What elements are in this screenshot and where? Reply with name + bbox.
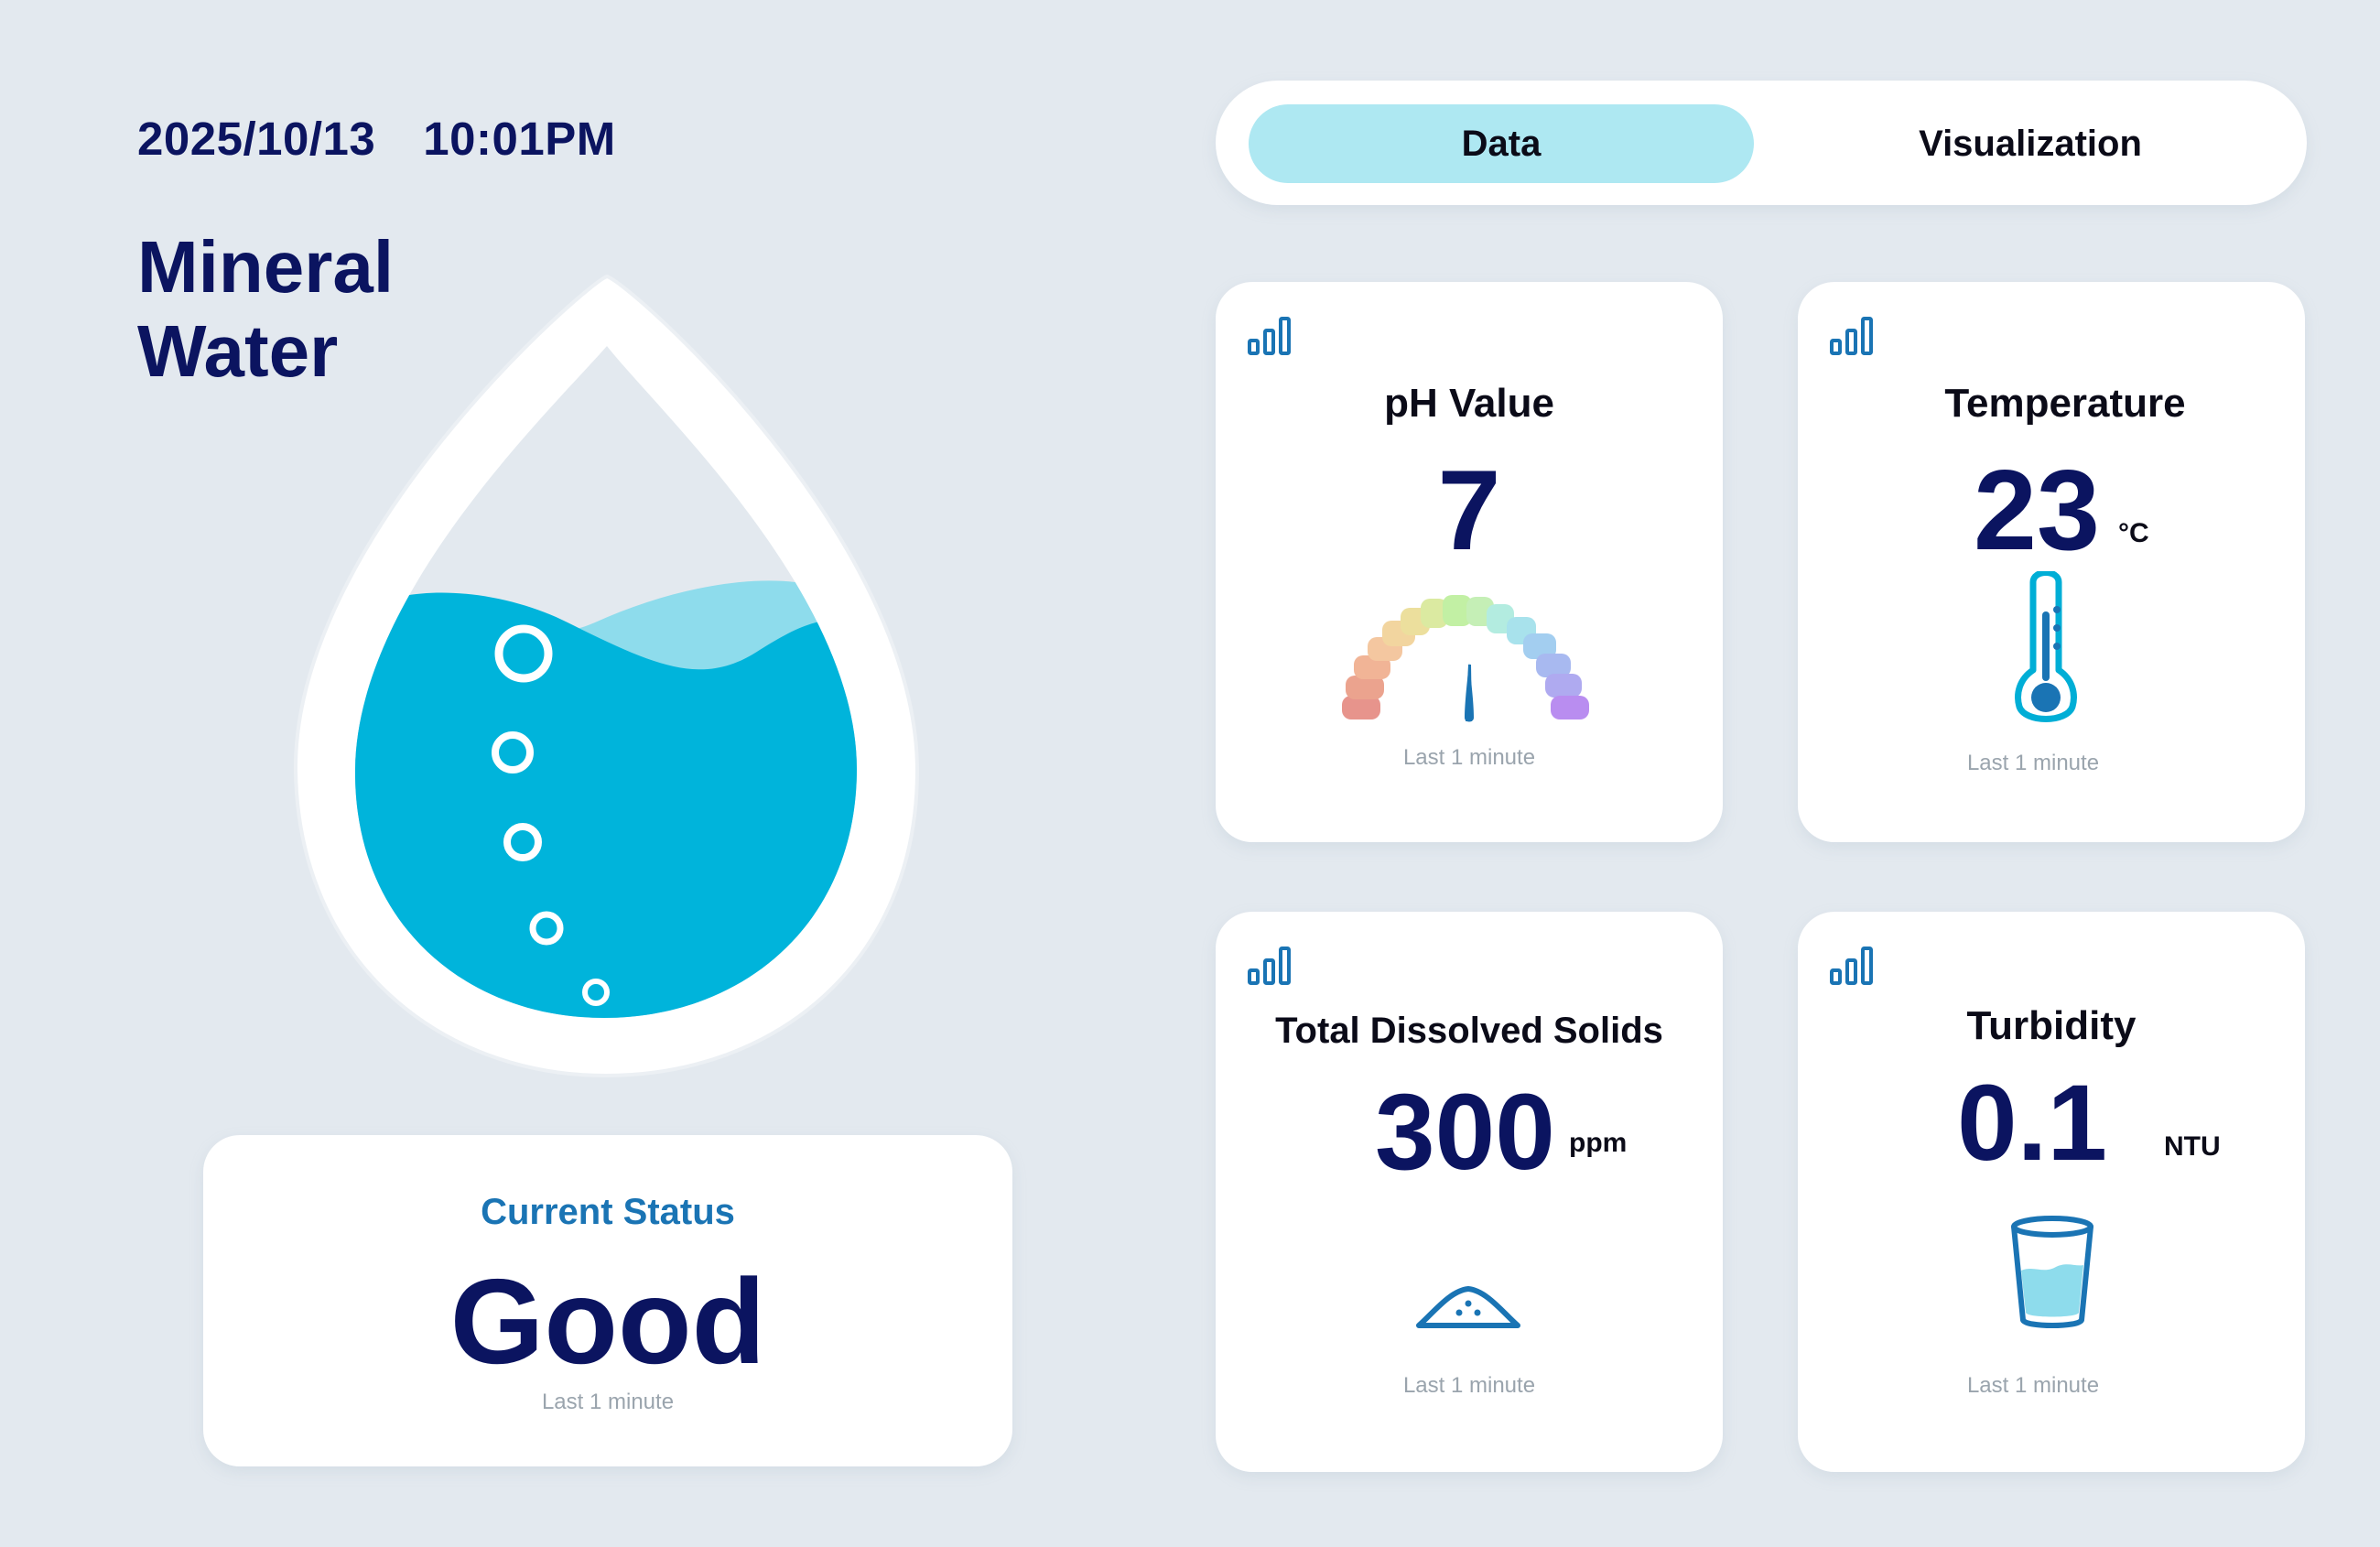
tab-data[interactable]: Data xyxy=(1249,104,1754,183)
status-card: Current Status Good Last 1 minute xyxy=(203,1135,1012,1466)
tds-unit: ppm xyxy=(1569,1128,1628,1158)
status-value: Good xyxy=(449,1254,766,1389)
tds-title: Total Dissolved Solids xyxy=(1275,1011,1663,1051)
view-tabs: Data Visualization xyxy=(1216,81,2307,205)
ph-value: 7 xyxy=(1437,448,1501,574)
ph-footnote: Last 1 minute xyxy=(1402,745,1536,770)
thermometer-icon xyxy=(2015,571,2077,722)
bar-chart-icon[interactable] xyxy=(1829,945,1875,987)
status-footnote: Last 1 minute xyxy=(541,1390,675,1414)
ph-card[interactable]: pH Value 7 Last 1 minute xyxy=(1216,282,1723,842)
temperature-title: Temperature xyxy=(1944,381,2186,426)
date-label: 2025/10/13 xyxy=(137,113,376,165)
tab-visualization[interactable]: Visualization xyxy=(1774,104,2287,183)
temperature-unit: °C xyxy=(2118,518,2149,548)
tds-footnote: Last 1 minute xyxy=(1402,1373,1536,1398)
sediment-pile-icon xyxy=(1416,1286,1520,1328)
turbidity-title: Turbidity xyxy=(1966,1003,2137,1048)
temperature-card[interactable]: Temperature 23 °C Last 1 minute xyxy=(1798,282,2305,842)
turbidity-footnote: Last 1 minute xyxy=(1966,1373,2100,1398)
tds-value: 300 xyxy=(1375,1072,1555,1193)
temperature-value: 23 xyxy=(1974,448,2100,574)
bar-chart-icon[interactable] xyxy=(1247,315,1293,357)
datetime: 2025/10/13 10:01PM xyxy=(137,112,616,166)
temperature-footnote: Last 1 minute xyxy=(1966,751,2100,775)
ph-title: pH Value xyxy=(1384,381,1554,426)
water-drop-icon xyxy=(293,274,920,1078)
status-label: Current Status xyxy=(481,1192,735,1232)
water-glass-icon xyxy=(2011,1216,2093,1328)
time-label: 10:01PM xyxy=(423,113,616,165)
bar-chart-icon[interactable] xyxy=(1247,945,1293,987)
ph-gauge-icon xyxy=(1342,595,1589,722)
tds-card[interactable]: Total Dissolved Solids 300 ppm Last 1 mi… xyxy=(1216,912,1723,1472)
turbidity-card[interactable]: Turbidity 0.1 NTU Last 1 minute xyxy=(1798,912,2305,1472)
turbidity-value: 0.1 xyxy=(1957,1063,2108,1184)
turbidity-unit: NTU xyxy=(2164,1131,2221,1162)
dashboard: 2025/10/13 10:01PM Mineral Water Current… xyxy=(0,0,2380,1547)
bar-chart-icon[interactable] xyxy=(1829,315,1875,357)
